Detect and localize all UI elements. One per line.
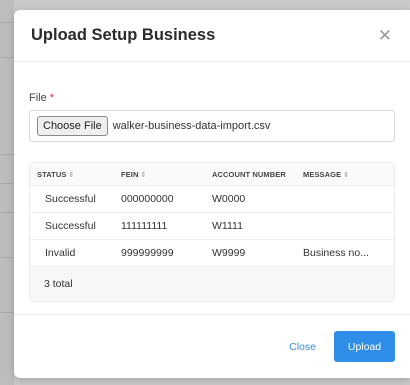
cell-account-number: W9999 [212,247,246,259]
sort-icon[interactable]: ⇕ [69,172,75,179]
backdrop-line [0,183,14,184]
file-field-label: File * [29,92,395,104]
backdrop [0,0,14,385]
file-label-text: File [29,92,47,104]
close-button[interactable]: Close [289,341,316,353]
column-header-label: ACCOUNT NUMBER [212,169,286,179]
required-marker: * [49,92,55,104]
modal-header: Upload Setup Business ✕ [14,10,410,62]
column-header-fein[interactable]: FEIN ⇕ [121,170,212,179]
cell-account-number: W1111 [212,220,243,232]
table-row: Successful 111111111 W1111 [30,212,394,239]
table-row: Invalid 999999999 W9999 Business no... [30,239,394,266]
cell-status: Successful [45,193,96,205]
results-table: STATUS ⇕ FEIN ⇕ ACCOUNT NUMBER MESSAGE ⇕ Su… [29,162,395,302]
backdrop-line [0,312,14,313]
cell-fein: 999999999 [121,247,174,259]
backdrop-line [0,154,14,155]
modal-footer: Close Upload [14,314,410,378]
modal-body: File * Choose File walker-business-data-… [14,62,410,302]
sort-icon[interactable]: ⇕ [343,172,349,179]
upload-modal: Upload Setup Business ✕ File * Choose Fi… [14,10,410,378]
column-header-account-number: ACCOUNT NUMBER [212,170,303,179]
cell-fein: 000000000 [121,193,174,205]
selected-file-name: walker-business-data-import.csv [112,120,271,132]
cell-status: Successful [45,220,96,232]
column-header-label: STATUS [37,169,67,179]
upload-button[interactable]: Upload [334,331,395,362]
backdrop-line [0,212,14,213]
file-input[interactable]: Choose File walker-business-data-import.… [29,110,395,142]
backdrop-line [0,22,14,23]
column-header-label: FEIN [121,169,139,179]
backdrop-line [0,57,14,58]
table-row: Successful 000000000 W0000 [30,185,394,212]
table-total: 3 total [30,266,394,301]
backdrop-line [0,257,14,258]
modal-title: Upload Setup Business [31,26,216,44]
table-header: STATUS ⇕ FEIN ⇕ ACCOUNT NUMBER MESSAGE ⇕ [30,163,394,185]
cell-status: Invalid [45,247,76,259]
sort-icon[interactable]: ⇕ [140,172,146,179]
column-header-status[interactable]: STATUS ⇕ [30,170,121,179]
column-header-label: MESSAGE [303,169,342,179]
cell-account-number: W0000 [212,193,246,205]
close-icon[interactable]: ✕ [378,27,392,44]
cell-fein: 111111111 [121,220,168,232]
column-header-message[interactable]: MESSAGE ⇕ [303,170,394,179]
choose-file-button[interactable]: Choose File [37,116,108,136]
cell-message: Business no... [303,247,369,259]
